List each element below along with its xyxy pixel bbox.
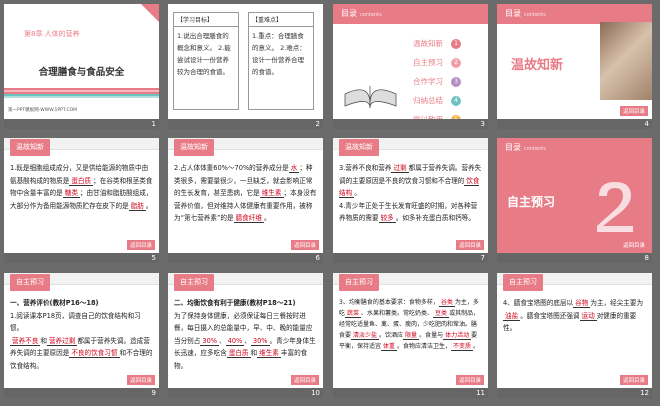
toc-subtitle: contents xyxy=(360,12,382,18)
slide-number: 5 xyxy=(151,254,156,262)
slide-number: 12 xyxy=(640,389,649,397)
slide-thumbnail-8[interactable]: 目录 contents 自主预习 返回目录 8 xyxy=(497,138,652,263)
slide-number: 3 xyxy=(480,120,485,128)
slide-body: 4、膳食宝塔图的底层以 谷物 为主，经尖主要为油盐 。膳食宝塔图还强调 运动 对健康的重要… xyxy=(503,299,644,332)
slide-number: 8 xyxy=(644,254,649,262)
key-heading: 【重难点】 xyxy=(249,13,313,27)
goals-body: 1.说出合理膳食的概念和意义。 2.能尝试设计一份营养较为合理的食谱。 xyxy=(177,32,231,76)
slide-thumbnail-7[interactable]: 温故知新 3.营养不良和营养 过剩 都属于营养失调。营养失调的主要原因是不良的饮食习… xyxy=(333,138,488,263)
slide-thumbnail-9[interactable]: 自主预习 一、营养评价(教材P16～18) 1.阅读课本P18页，调查自己的饮食… xyxy=(4,273,159,398)
answer-blank: 蛋白质 xyxy=(69,176,94,186)
key-box: 【重难点】 1.重点：合理膳食的意义。 2.难点：设计一份营养合理的食谱。 xyxy=(248,12,314,110)
slide-thumbnail-4[interactable]: 目录 contents 温故知新 返回目录 4 xyxy=(497,4,652,129)
section-tab: 温故知新 xyxy=(10,139,50,156)
chapter-label: 第8章 人体的营养 xyxy=(24,30,80,38)
slide-number: 4 xyxy=(644,120,649,128)
back-to-toc-button[interactable]: 返回目录 xyxy=(619,375,648,385)
back-to-toc-button[interactable]: 返回目录 xyxy=(290,375,319,385)
goals-box: 【学习目标】 1.说出合理膳食的概念和意义。 2.能尝试设计一份营养较为合理的食… xyxy=(173,12,239,110)
slide-number: 1 xyxy=(151,120,156,128)
back-to-toc-button[interactable]: 返回目录 xyxy=(126,240,155,250)
slide-number: 9 xyxy=(151,389,156,397)
slide-thumbnail-1[interactable]: 第8章 人体的营养 合理膳食与食品安全 第一PPT模板网-WWW.1PPT.CO… xyxy=(4,4,159,129)
slide-number: 11 xyxy=(476,389,485,397)
answer-blank: 糖类 xyxy=(62,189,80,198)
slide-thumbnail-2[interactable]: 【学习目标】 1.说出合理膳食的概念和意义。 2.能尝试设计一份营养较为合理的食… xyxy=(168,4,323,129)
slide-thumbnail-10[interactable]: 自主预习 二、均衡饮食有利于健康(教材P18～21) 为了保持身体健康，必须保证… xyxy=(168,273,323,398)
corner-decoration xyxy=(141,4,159,22)
slide-number: 10 xyxy=(311,389,320,397)
section-header: 目录 contents xyxy=(497,138,652,158)
section-tab: 自主预习 xyxy=(503,274,543,291)
section-title: 温故知新 xyxy=(511,58,564,73)
slide-body: 2.占人体体重60%～70%的营养成分是水；种类很多，需要量很少，一旦缺乏，就会… xyxy=(174,164,317,223)
slide-body: 3.营养不良和营养 过剩 都属于营养失调。营养失调的主要原因是不良的饮食习惯和不合理… xyxy=(339,164,482,223)
answer-blank: 脂肪 xyxy=(128,201,146,211)
slide-thumbnail-12[interactable]: 自主预习 4、膳食宝塔图的底层以 谷物 为主，经尖主要为油盐 。膳食宝塔图还强调 运动对… xyxy=(497,273,652,398)
section-tab: 自主预习 xyxy=(339,274,379,291)
slide-body: 二、均衡饮食有利于健康(教材P18～21) 为了保持身体健康，必须保证每日三餐按… xyxy=(174,299,316,370)
toc-item-1[interactable]: 温故知新 1 xyxy=(413,34,461,53)
section-title: 自主预习 xyxy=(507,195,556,209)
slide-thumbnail-3[interactable]: 目录contents 温故知新1 自主预习2 合作学习3 归纳总结4 学以致用5… xyxy=(333,4,488,129)
slide-body: 3、均衡膳食的基本要求：食物多样， 谷类 为主，多吃 蔬菜 、水果和薯类。常吃奶类、 豆类… xyxy=(339,299,480,351)
section-tab: 自主预习 xyxy=(174,274,214,291)
section-photo xyxy=(600,22,652,100)
slide-title: 合理膳食与食品安全 xyxy=(38,67,125,78)
toc-item-2[interactable]: 自主预习 2 xyxy=(413,53,461,72)
section-tab: 温故知新 xyxy=(339,139,379,156)
slide-thumbnail-11[interactable]: 自主预习 3、均衡膳食的基本要求：食物多样， 谷类 为主，多吃 蔬菜 、水果和薯类。常吃… xyxy=(333,273,488,398)
back-to-toc-button[interactable]: 返回目录 xyxy=(455,375,484,385)
number-two-graphic xyxy=(597,182,633,232)
color-stripes xyxy=(4,88,159,98)
back-to-toc-button[interactable]: 返回目录 xyxy=(290,240,319,250)
slide-number: 7 xyxy=(480,254,485,262)
slide-body: 1.既是细胞组成成分，又是供给能源的物质中由氨基酸构成的物质是 蛋白质 ；在谷类和根… xyxy=(10,164,153,211)
toc-list: 温故知新1 自主预习2 合作学习3 归纳总结4 学以致用5 xyxy=(413,34,461,129)
slide-thumbnail-5[interactable]: 温故知新 1.既是细胞组成成分，又是供给能源的物质中由氨基酸构成的物质是 蛋白质；… xyxy=(4,138,159,263)
back-to-toc-button[interactable]: 返回目录 xyxy=(619,106,648,116)
goals-heading: 【学习目标】 xyxy=(174,13,238,27)
section-header: 目录 contents xyxy=(497,4,652,24)
slide-sorter-grid: 第8章 人体的营养 合理膳食与食品安全 第一PPT模板网-WWW.1PPT.CO… xyxy=(0,0,660,406)
toc-item-4[interactable]: 归纳总结 4 xyxy=(413,91,461,110)
book-icon xyxy=(344,86,397,109)
footer-text: 第一PPT模板网-WWW.1PPT.COM xyxy=(8,108,78,113)
toc-item-3[interactable]: 合作学习 3 xyxy=(413,72,461,91)
slide-number: 2 xyxy=(315,120,320,128)
toc-title: 目录 xyxy=(341,9,357,18)
section-tab: 温故知新 xyxy=(174,139,214,156)
back-to-toc-button[interactable]: 返回目录 xyxy=(455,240,484,250)
section-tab: 自主预习 xyxy=(10,274,50,291)
key-body: 1.重点：合理膳食的意义。 2.难点：设计一份营养合理的食谱。 xyxy=(252,32,306,76)
slide-number: 6 xyxy=(315,254,320,262)
toc-header: 目录 contents xyxy=(333,4,488,24)
back-to-toc-button[interactable]: 返回目录 xyxy=(619,240,648,250)
back-to-toc-button[interactable]: 返回目录 xyxy=(126,375,155,385)
slide-body: 一、营养评价(教材P16～18) 1.阅读课本P18页，调查自己的饮食结构和习惯… xyxy=(10,299,153,370)
slide-thumbnail-6[interactable]: 温故知新 2.占人体体重60%～70%的营养成分是水；种类很多，需要量很少，一旦… xyxy=(168,138,323,263)
